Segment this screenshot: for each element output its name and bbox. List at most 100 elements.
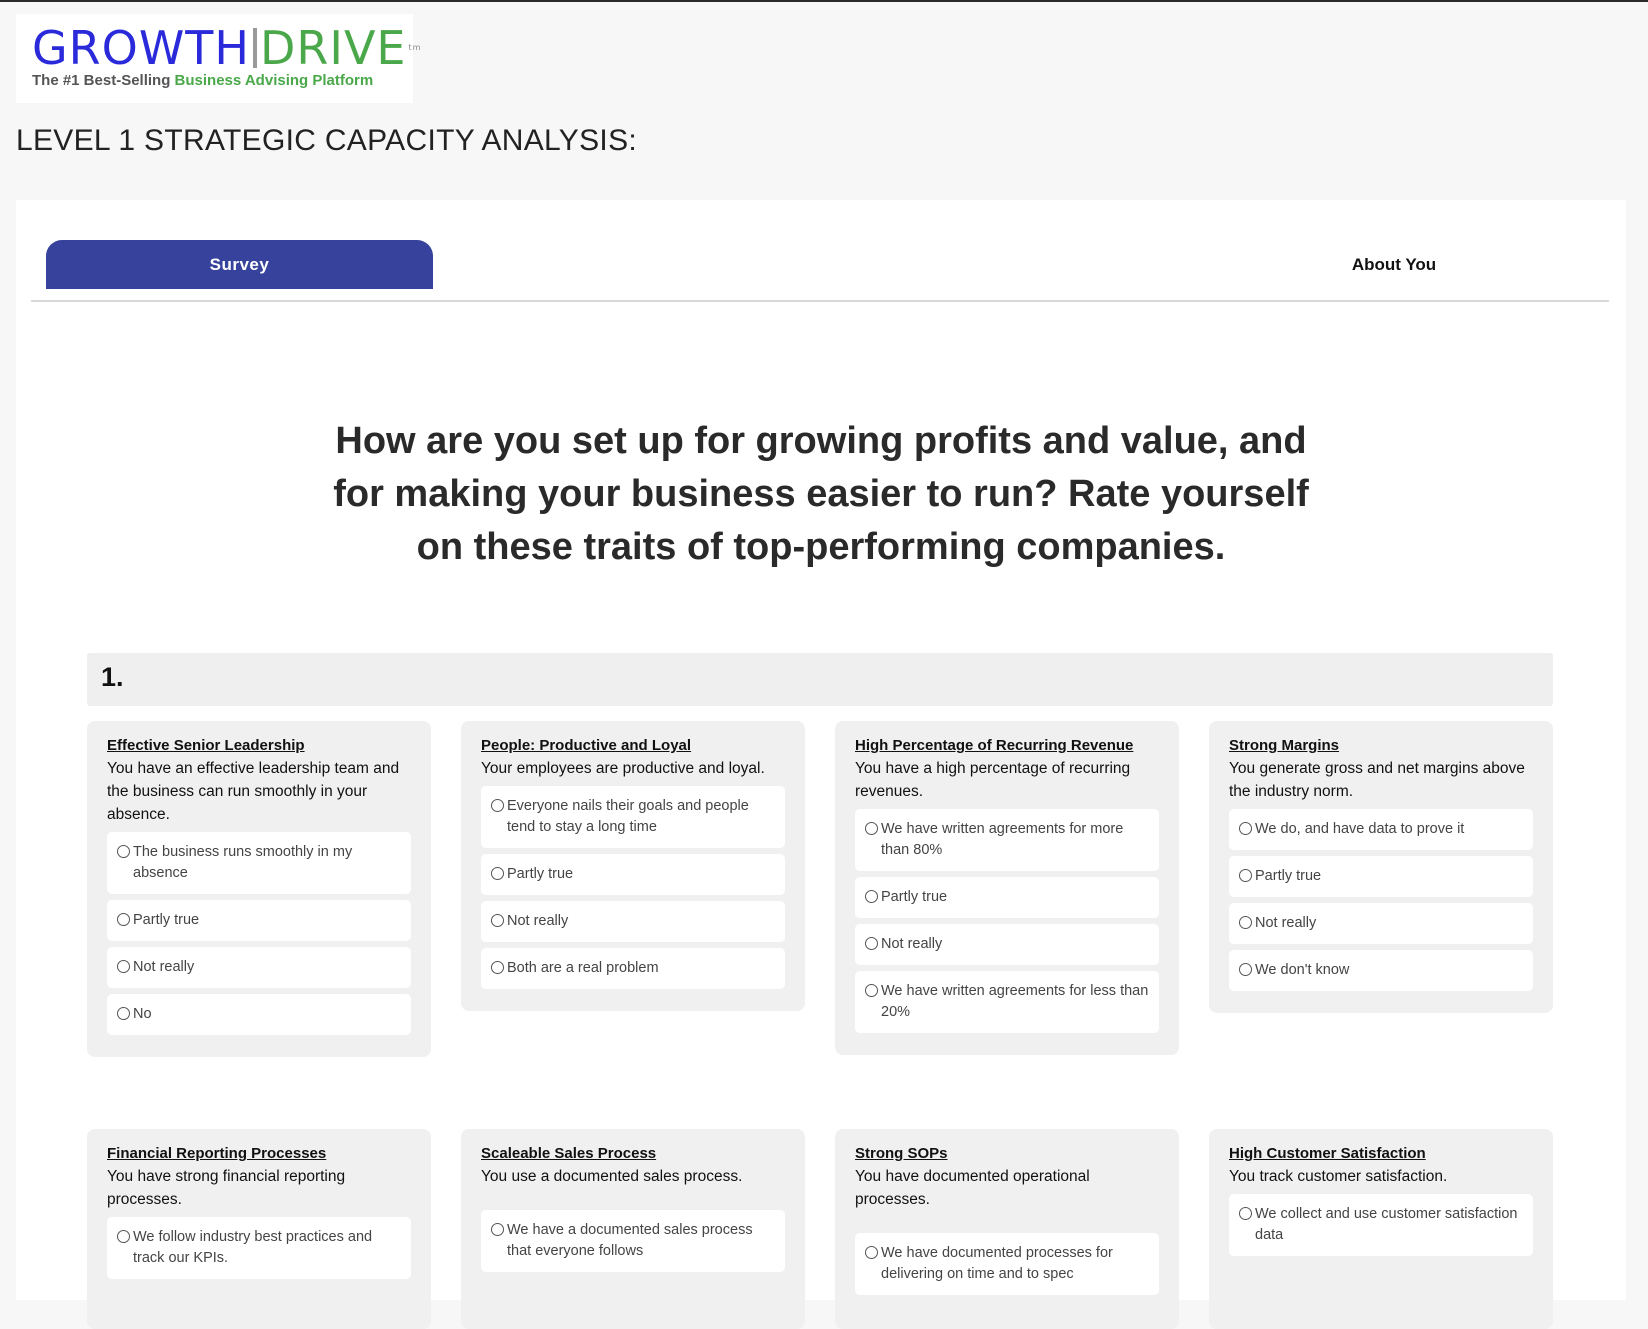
radio-button[interactable] [491,799,504,812]
radio-button[interactable] [865,1246,878,1259]
logo-tagline-start: The #1 Best-Selling [32,72,175,89]
answer-option[interactable]: Not really [855,924,1159,965]
option-label: We do, and have data to prove it [1255,821,1465,837]
answer-option[interactable]: Not really [1229,903,1533,944]
radio-button[interactable] [865,984,878,997]
card-description: You have strong financial reporting proc… [107,1168,346,1208]
answer-option[interactable]: Not really [107,947,411,988]
tab-survey[interactable]: Survey [46,240,433,289]
radio-button[interactable] [117,1007,130,1020]
option-label: Partly true [133,912,200,928]
answer-option[interactable]: Everyone nails their goals and people te… [481,786,785,848]
radio-button[interactable] [865,890,878,903]
option-label: Not really [1255,915,1317,931]
question-card: High Percentage of Recurring Revenue You… [835,721,1179,1055]
card-title: Strong SOPs [855,1145,948,1162]
option-label: We have written agreements for less than… [881,983,1149,1020]
card-description: You have an effective leadership team an… [107,760,400,823]
survey-question: How are you set up for growing profits a… [333,420,1309,568]
radio-button[interactable] [865,822,878,835]
option-label: We collect and use customer satisfaction… [1255,1206,1518,1243]
radio-button[interactable] [491,961,504,974]
radio-button[interactable] [1239,869,1252,882]
radio-button[interactable] [1239,963,1252,976]
tab-bar: Survey About You [31,240,1609,302]
option-label: Partly true [881,889,948,905]
answer-option[interactable]: We collect and use customer satisfaction… [1229,1194,1533,1256]
card-description: You track customer satisfaction. [1229,1168,1448,1185]
answer-option[interactable]: Not really [481,901,785,942]
card-title: Effective Senior Leadership [107,737,305,754]
survey-card: Survey About You How are you set up for … [16,200,1626,1329]
card-title: People: Productive and Loyal [481,737,692,754]
radio-button[interactable] [117,960,130,973]
card-description: You generate gross and net margins above… [1229,760,1525,800]
radio-button[interactable] [117,913,130,926]
question-card: Strong Margins You generate gross and ne… [1209,721,1553,1013]
radio-button[interactable] [117,1230,130,1243]
tab-about-you[interactable]: About You [1319,240,1469,289]
option-label: The business runs smoothly in my absence [133,844,353,881]
option-label: Partly true [1255,868,1322,884]
answer-option[interactable]: Partly true [481,854,785,895]
radio-button[interactable] [865,937,878,950]
option-label: No [133,1006,152,1022]
radio-button[interactable] [491,1223,504,1236]
answer-option[interactable]: We have documented processes for deliver… [855,1233,1159,1295]
option-label: We follow industry best practices and tr… [133,1229,373,1266]
option-label: We have written agreements for more than… [881,821,1124,858]
logo-flag-icon [253,28,257,68]
section-header: 1. [87,653,1553,706]
answer-option[interactable]: We follow industry best practices and tr… [107,1217,411,1279]
logo-word-growth: GROWTH [32,21,250,75]
answer-option[interactable]: We have written agreements for more than… [855,809,1159,871]
option-label: We have a documented sales process that … [507,1222,753,1259]
logo-trademark: tm [408,43,422,52]
card-title: Scaleable Sales Process [481,1145,657,1162]
answer-option[interactable]: Partly true [855,877,1159,918]
radio-button[interactable] [1239,916,1252,929]
radio-button[interactable] [1239,1207,1252,1220]
option-label: Not really [507,913,569,929]
card-title: Strong Margins [1229,737,1340,754]
option-label: Both are a real problem [507,960,659,976]
page-title: LEVEL 1 STRATEGIC CAPACITY ANALYSIS: [16,124,638,157]
option-label: We have documented processes for deliver… [881,1245,1113,1282]
card-title: Financial Reporting Processes [107,1145,327,1162]
radio-button[interactable] [491,867,504,880]
question-card: Scaleable Sales Process You use a docume… [461,1129,805,1329]
question-card: High Customer Satisfaction You track cus… [1209,1129,1553,1329]
logo-word-drive: DRIVE [260,21,407,75]
answer-option[interactable]: The business runs smoothly in my absence [107,832,411,894]
answer-option[interactable]: No [107,994,411,1035]
option-label: Not really [881,936,943,952]
logo-tagline: The #1 Best-Selling Business Advising Pl… [32,72,397,89]
logo-tagline-highlight: Business Advising Platform [174,72,374,89]
answer-option[interactable]: We have a documented sales process that … [481,1210,785,1272]
option-label: Everyone nails their goals and people te… [507,798,749,835]
logo-wordmark: GROWTH DRIVE tm [32,21,420,75]
answer-option[interactable]: We do, and have data to prove it [1229,809,1533,850]
growthdrive-logo[interactable]: GROWTH DRIVE tm The #1 Best-Selling Busine… [16,14,420,103]
radio-button[interactable] [491,914,504,927]
answer-option[interactable]: Both are a real problem [481,948,785,989]
card-title: High Percentage of Recurring Revenue [855,737,1134,754]
answer-option[interactable]: Partly true [107,900,411,941]
question-card: People: Productive and Loyal Your employ… [461,721,805,1011]
answer-option[interactable]: Partly true [1229,856,1533,897]
question-card: Effective Senior Leadership You have an … [87,721,431,1057]
section-number: 1. [101,662,124,692]
card-title: High Customer Satisfaction [1229,1145,1426,1162]
radio-button[interactable] [1239,822,1252,835]
radio-button[interactable] [117,845,130,858]
question-card: Strong SOPs You have documented operatio… [835,1129,1179,1329]
card-description: Your employees are productive and loyal. [481,760,765,777]
answer-option[interactable]: We have written agreements for less than… [855,971,1159,1033]
option-label: We don't know [1255,962,1350,978]
answer-option[interactable]: We don't know [1229,950,1533,991]
card-description: You use a documented sales process. [481,1168,743,1185]
option-label: Partly true [507,866,574,882]
card-description: You have a high percentage of recurring … [855,760,1131,800]
option-label: Not really [133,959,195,975]
question-card: Financial Reporting Processes You have s… [87,1129,431,1329]
